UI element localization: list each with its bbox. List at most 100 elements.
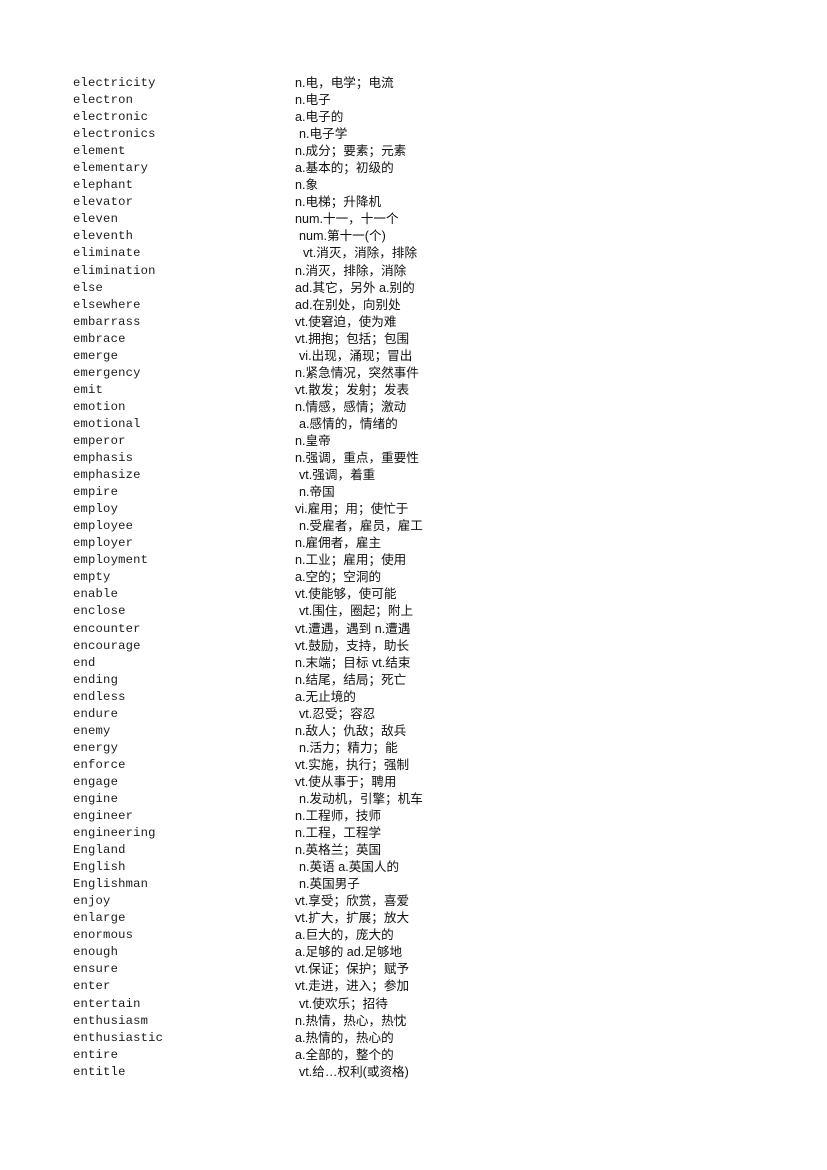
vocab-definition: n.发动机，引擎；机车 <box>299 791 423 806</box>
vocab-term: enough <box>73 945 119 960</box>
vocab-definition: vt.散发；发射；发表 <box>295 382 410 397</box>
vocab-definition: a.空的；空洞的 <box>295 570 382 585</box>
vocab-row: enthusiasm n.热情，热心，热忱 <box>73 1013 763 1030</box>
vocab-term: enter <box>73 979 111 994</box>
vocab-definition: n.象 <box>295 178 319 193</box>
vocab-definition: n.电，电学；电流 <box>295 76 394 90</box>
vocab-definition: n.电子 <box>295 93 331 108</box>
vocab-row: eleventh num.第十一(个) <box>73 228 763 245</box>
vocab-row: engineer n.工程师，技师 <box>73 808 763 825</box>
vocab-definition: vt.给…权利(或资格) <box>299 1064 409 1079</box>
vocab-term: enemy <box>73 723 111 738</box>
vocab-definition: vi.出现，涌现；冒出 <box>299 348 413 363</box>
vocab-term: electricity <box>73 76 156 90</box>
vocab-row: enforce vt.实施，执行；强制 <box>73 757 763 774</box>
vocab-term: eleventh <box>73 229 134 244</box>
vocab-definition: n.情感，感情；激动 <box>295 399 407 414</box>
vocab-definition: vt.走进，进入；参加 <box>295 979 410 994</box>
vocab-row: empty a.空的；空洞的 <box>73 569 763 586</box>
vocab-term: empire <box>73 485 119 500</box>
vocab-term: end <box>73 655 96 670</box>
vocab-row: electronics n.电子学 <box>73 126 763 143</box>
vocab-term: enthusiasm <box>73 1013 149 1028</box>
vocab-term: entertain <box>73 996 141 1011</box>
vocab-row: else ad.其它，另外 a.别的 <box>73 280 763 297</box>
vocab-term: enthusiastic <box>73 1030 164 1045</box>
vocab-definition: vt.使从事于；聘用 <box>295 774 397 789</box>
vocab-term: else <box>73 280 104 295</box>
vocab-row: embrace vt.拥抱；包括；包围 <box>73 331 763 348</box>
vocab-row: engine n.发动机，引擎；机车 <box>73 791 763 808</box>
vocab-definition: a.感情的，情绪的 <box>299 416 398 431</box>
vocab-definition: n.热情，热心，热忱 <box>295 1013 407 1028</box>
vocab-definition: n.强调，重点，重要性 <box>295 451 419 466</box>
vocab-term: emerge <box>73 348 119 363</box>
vocab-term: enclose <box>73 604 126 619</box>
vocab-row: employer n.雇佣者，雇主 <box>73 535 763 552</box>
vocab-term: emphasize <box>73 468 141 483</box>
vocab-definition: n.英语 a.英国人的 <box>299 860 400 875</box>
vocab-row: entire a.全部的，整个的 <box>73 1047 763 1064</box>
vocab-row: enter vt.走进，进入；参加 <box>73 978 763 995</box>
vocab-definition: n.工业；雇用；使用 <box>295 553 407 568</box>
vocab-row: encourage vt.鼓励，支持，助长 <box>73 638 763 655</box>
vocab-term: Englishman <box>73 877 149 892</box>
vocab-term: enlarge <box>73 911 126 926</box>
vocab-row: emperor n.皇帝 <box>73 433 763 450</box>
vocab-row: enough a.足够的 ad.足够地 <box>73 944 763 961</box>
vocab-row: elevator n.电梯；升降机 <box>73 194 763 211</box>
vocab-row: ensure vt.保证；保护；赋予 <box>73 961 763 978</box>
vocab-term: employ <box>73 502 119 517</box>
vocab-term: enforce <box>73 757 126 772</box>
vocab-row: emphasis n.强调，重点，重要性 <box>73 450 763 467</box>
vocab-definition: vt.使能够，使可能 <box>295 587 397 602</box>
vocab-row: elsewhere ad.在别处，向别处 <box>73 297 763 314</box>
vocab-row: embarrass vt.使窘迫，使为难 <box>73 314 763 331</box>
vocab-row: emotion n.情感，感情；激动 <box>73 399 763 416</box>
vocab-row: eleven num.十一，十一个 <box>73 211 763 228</box>
vocab-term: employment <box>73 553 149 568</box>
vocab-definition: vt.享受；欣赏，喜爱 <box>295 894 410 909</box>
vocab-definition: vt.扩大，扩展；放大 <box>295 911 410 926</box>
vocab-row: enemy n.敌人；仇敌；敌兵 <box>73 723 763 740</box>
vocab-term: engineer <box>73 809 134 824</box>
vocab-definition: a.基本的；初级的 <box>295 161 394 176</box>
vocab-row: employee n.受雇者，雇员，雇工 <box>73 518 763 535</box>
vocab-definition: n.消灭，排除，消除 <box>295 263 407 278</box>
vocab-definition: n.末端；目标 vt.结束 <box>295 655 411 670</box>
vocab-term: emergency <box>73 365 141 380</box>
vocab-row: empire n.帝国 <box>73 484 763 501</box>
vocab-definition: vt.围住，圈起；附上 <box>299 604 414 619</box>
vocab-definition: vt.实施，执行；强制 <box>295 757 410 772</box>
vocab-row: endure vt.忍受；容忍 <box>73 706 763 723</box>
vocab-term: energy <box>73 740 119 755</box>
vocab-definition: n.成分；要素；元素 <box>295 144 407 159</box>
vocab-term: elimination <box>73 263 156 278</box>
vocab-row: end n.末端；目标 vt.结束 <box>73 655 763 672</box>
vocab-row: encounter vt.遭遇，遇到 n.遭遇 <box>73 621 763 638</box>
vocab-row: element n.成分；要素；元素 <box>73 143 763 160</box>
vocab-term: eliminate <box>73 246 141 261</box>
vocab-term: empty <box>73 570 111 585</box>
vocab-term: engage <box>73 774 119 789</box>
vocab-row: emergency n.紧急情况，突然事件 <box>73 365 763 382</box>
vocab-definition: vt.拥抱；包括；包围 <box>295 331 410 346</box>
vocab-term: entitle <box>73 1064 126 1079</box>
vocab-term: enable <box>73 587 119 602</box>
vocab-term: endure <box>73 706 119 721</box>
vocab-definition: n.电子学 <box>299 127 348 142</box>
vocab-term: employee <box>73 519 134 534</box>
vocab-definition: vt.遭遇，遇到 n.遭遇 <box>295 621 411 636</box>
vocab-row: enjoy vt.享受；欣赏，喜爱 <box>73 893 763 910</box>
vocab-row: enthusiastic a.热情的，热心的 <box>73 1030 763 1047</box>
vocab-term: elsewhere <box>73 297 141 312</box>
vocab-term: enjoy <box>73 894 111 909</box>
vocab-row: engage vt.使从事于；聘用 <box>73 774 763 791</box>
vocab-definition: num.第十一(个) <box>299 229 386 244</box>
vocab-definition: n.受雇者，雇员，雇工 <box>299 519 423 534</box>
vocab-term: eleven <box>73 212 119 227</box>
vocab-definition: n.敌人；仇敌；敌兵 <box>295 723 407 738</box>
vocab-definition: n.电梯；升降机 <box>295 195 382 210</box>
vocab-term: encourage <box>73 638 141 653</box>
vocab-row: electricity n.电，电学；电流 <box>73 75 763 92</box>
